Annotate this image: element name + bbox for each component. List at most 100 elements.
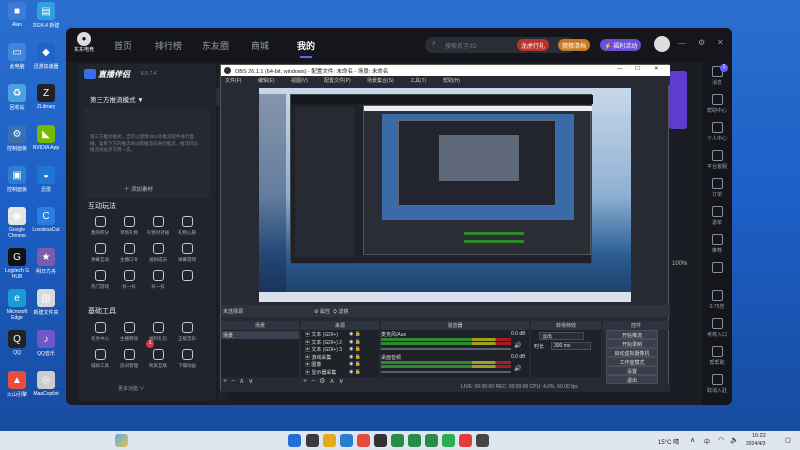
more-features-button[interactable]: 更多功能 ∨ <box>118 385 144 392</box>
promo-pill-2[interactable]: 猜猜清档 <box>558 39 591 51</box>
sidebar-item[interactable]: 订单 <box>704 178 730 198</box>
tool-item[interactable]: 任务中心 <box>88 322 112 342</box>
desktop-icon[interactable]: ★ 明日方舟 <box>31 248 61 275</box>
visibility-icon[interactable]: ◉ 🔒 <box>349 361 361 367</box>
control-button[interactable]: 设置 <box>606 366 658 375</box>
stream-mode-select[interactable]: 第三方推流模式 ▼ <box>90 94 144 104</box>
desktop-icon[interactable]: ◎ MaaCopilot <box>31 371 61 397</box>
control-button[interactable]: 启动虚拟摄像机 <box>606 348 658 357</box>
desktop-icon[interactable]: ♪ QQ音乐 <box>31 330 61 357</box>
nav-community[interactable]: 东友圈 <box>202 39 229 52</box>
clock-date[interactable]: 2024/4/3 <box>746 441 765 447</box>
taskbar-app-icon[interactable] <box>476 434 489 447</box>
desktop-icon[interactable]: G Logitech G HUB <box>2 248 32 280</box>
control-button[interactable]: 工作室模式 <box>606 357 658 366</box>
sidebar-item[interactable] <box>704 262 730 275</box>
ime-indicator[interactable]: 中 <box>704 437 710 446</box>
obs-menu-item[interactable]: 帮助(H) <box>443 77 460 84</box>
mixer-mic-slider[interactable] <box>381 348 511 350</box>
interact-item[interactable]: 主播口令 <box>117 243 141 263</box>
interact-item[interactable] <box>175 270 199 284</box>
tool-item[interactable]: 房间管理 <box>117 349 141 369</box>
desktop-icon[interactable]: ▣ 控制面板 <box>2 166 32 193</box>
obs-menu-item[interactable]: 工具(T) <box>410 77 426 84</box>
transition-select[interactable]: 淡出 <box>539 332 584 340</box>
visibility-icon[interactable]: ◉ 🔒 <box>349 331 361 337</box>
source-item[interactable]: ▣ 图像 <box>305 361 321 368</box>
sidebar-item[interactable]: 0.75倍 <box>704 290 730 310</box>
minimize-icon[interactable]: — <box>617 66 623 72</box>
desktop-icon[interactable]: ▭ 此电脑 <box>2 43 32 70</box>
sidebar-item[interactable]: 退单 <box>704 206 730 226</box>
properties-button[interactable]: ⚙ 属性 <box>314 308 330 315</box>
nav-mall[interactable]: 商城 <box>251 39 269 52</box>
interact-item[interactable]: 送粉成员 <box>146 243 170 263</box>
control-button[interactable]: 退出 <box>606 375 658 384</box>
tool-item[interactable]: 正版音乐 <box>175 322 199 342</box>
desktop-icon[interactable]: ◆ 迅游加速器 <box>31 43 61 70</box>
taskbar-app-icon[interactable] <box>340 434 353 447</box>
taskbar-app-icon[interactable] <box>323 434 336 447</box>
source-item[interactable]: ▣ 文本 (GDI+) <box>305 331 338 338</box>
interact-item[interactable]: 礼物对对碰 <box>146 216 170 236</box>
filters-button[interactable]: ⛭ 滤镜 <box>333 308 348 315</box>
nav-home[interactable]: 首页 <box>114 39 132 52</box>
visibility-icon[interactable]: ◉ 🔒 <box>349 346 361 352</box>
interact-item[interactable]: 单场礼物 <box>117 216 141 236</box>
notification-icon[interactable]: ◻ <box>785 436 791 444</box>
sidebar-item[interactable]: 帮帮助 <box>704 346 730 366</box>
tool-item[interactable]: 辅助工具 <box>88 349 112 369</box>
close-icon[interactable]: ✕ <box>717 38 724 47</box>
duration-input[interactable]: 300 ms <box>551 342 591 350</box>
avatar[interactable] <box>654 36 670 52</box>
interact-item[interactable]: 抖一抖 <box>146 270 170 290</box>
taskbar-app-icon[interactable] <box>442 434 455 447</box>
taskbar-app-icon[interactable] <box>374 434 387 447</box>
desktop-icon[interactable]: ◣ NVIDIA App <box>31 125 61 151</box>
desktop-icon[interactable]: ⚙ 控制面板 <box>2 125 32 152</box>
clock-time[interactable]: 16:22 <box>752 433 766 439</box>
taskbar-app-icon[interactable] <box>425 434 438 447</box>
mixer-desktop-slider[interactable] <box>381 371 511 373</box>
obs-preview[interactable] <box>259 88 631 302</box>
interact-item[interactable]: 礼物心愿 <box>175 216 199 236</box>
desktop-icon[interactable]: e Microsoft Edge <box>2 289 32 321</box>
tool-item[interactable]: 福利礼包 <box>146 322 170 342</box>
control-button[interactable]: 开始录制 <box>606 339 658 348</box>
tool-item[interactable]: 主播特效 <box>117 322 141 342</box>
desktop-icon[interactable]: Q QQ <box>2 330 32 356</box>
source-item[interactable]: ▣ 文本 (GDI+) 3 <box>305 346 342 353</box>
promo-pill-1[interactable]: 龙虎行礼 <box>517 39 550 51</box>
promo-pill-3[interactable]: ⚡ 福利活动 <box>600 39 642 51</box>
sidebar-item[interactable]: 平台客服 <box>704 150 730 170</box>
desktop-icon[interactable]: ◒ 迅雷 <box>31 166 61 193</box>
taskbar-app-icon[interactable] <box>459 434 472 447</box>
scene-item[interactable]: 场景 <box>221 331 299 339</box>
desktop-icon[interactable]: ◉ Google Chrome <box>2 207 32 239</box>
search-input[interactable]: ⌕ 搜索名字/ID <box>425 37 575 53</box>
source-item[interactable]: ▣ 游戏采集 <box>305 354 331 361</box>
obs-menu-item[interactable]: 配置文件(P) <box>324 77 351 84</box>
dongdong-logo[interactable]: ● 东东电竞 <box>72 32 96 58</box>
taskbar-app-icon[interactable] <box>391 434 404 447</box>
taskbar-app-icon[interactable] <box>306 434 319 447</box>
taskbar-app-icon[interactable] <box>408 434 421 447</box>
settings-icon[interactable]: ⚙ <box>698 38 705 47</box>
desktop-icon[interactable]: ▤ 2024.4 新建 <box>31 2 61 29</box>
nav-mine[interactable]: 我的 <box>297 39 315 58</box>
tool-item[interactable]: 跨屏互联 <box>146 349 170 369</box>
tray-chevron-icon[interactable]: ∧ <box>690 436 695 444</box>
obs-menu-item[interactable]: 文件(F) <box>225 77 241 84</box>
interact-item[interactable]: 我的积分 <box>88 216 112 236</box>
close-icon[interactable]: ✕ <box>654 66 659 72</box>
interact-item[interactable]: 抖一抖 <box>117 270 141 290</box>
sidebar-item[interactable]: 考核入口 <box>704 318 730 338</box>
source-item[interactable]: ▣ 文本 (GDI+) 2 <box>305 339 342 346</box>
maximize-icon[interactable]: ☐ <box>635 66 640 72</box>
interact-item[interactable]: 弹幕互动 <box>88 243 112 263</box>
tool-item[interactable]: 下播动画 <box>175 349 199 369</box>
speaker-icon[interactable]: 🔊 <box>514 365 521 372</box>
visibility-icon[interactable]: ◉ 🔒 <box>349 369 361 375</box>
obs-menu-item[interactable]: 场景集合(S) <box>367 77 394 84</box>
promo-banner[interactable] <box>669 71 687 129</box>
